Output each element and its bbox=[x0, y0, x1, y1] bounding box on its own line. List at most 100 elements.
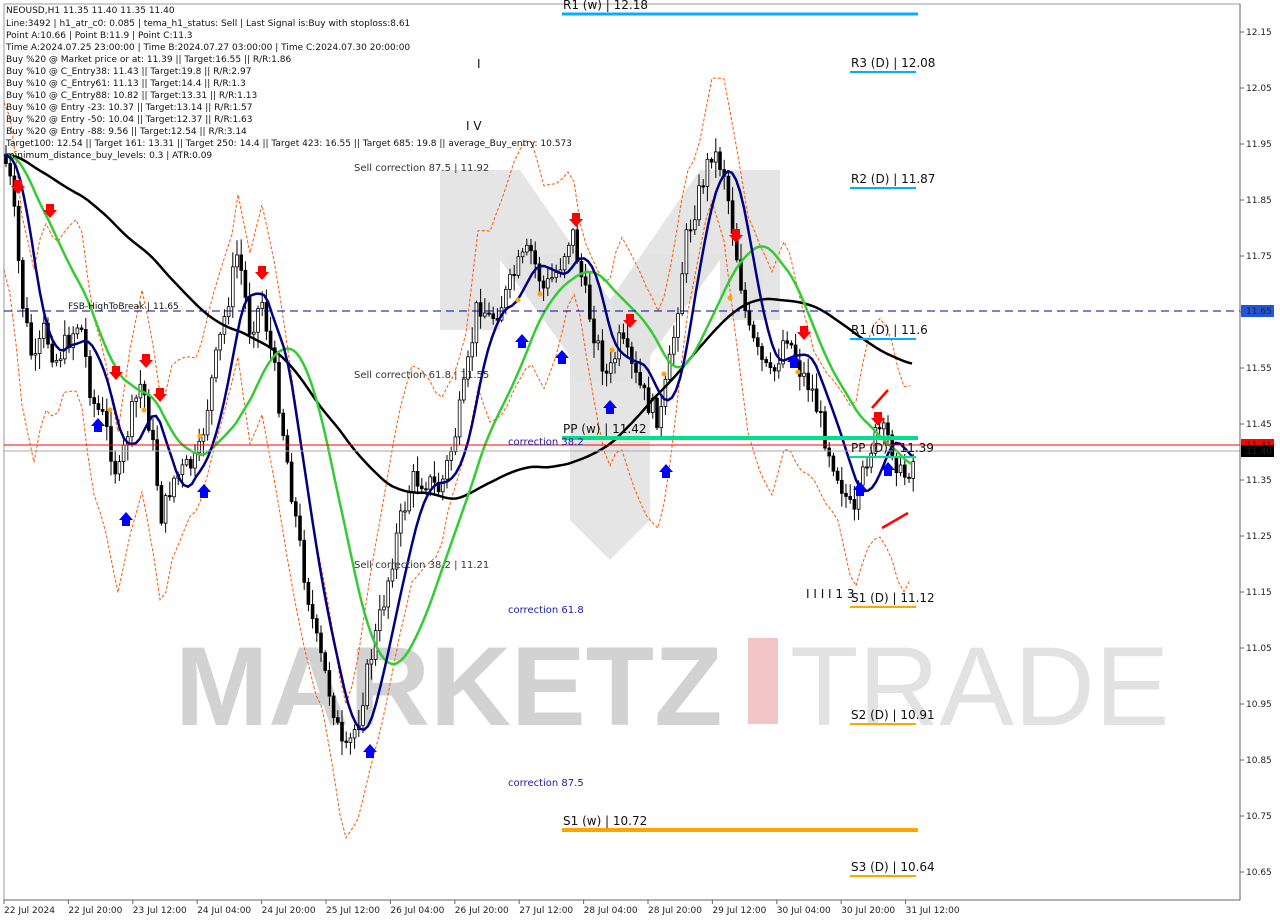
candle-body bbox=[512, 273, 516, 276]
candle-body bbox=[482, 312, 487, 317]
trading-chart[interactable]: MARKETZ TRADE R1 (w) | 12.18 R3 (D) | 12.… bbox=[0, 0, 1280, 920]
candle-body bbox=[852, 499, 857, 510]
candle-body bbox=[541, 280, 546, 289]
candle-body bbox=[407, 492, 411, 512]
candle-body bbox=[113, 460, 118, 475]
candle-body bbox=[760, 346, 764, 360]
candle-body bbox=[655, 397, 659, 429]
candle-body bbox=[268, 330, 273, 349]
candle-body bbox=[419, 485, 424, 490]
candle-body bbox=[298, 515, 302, 541]
info-line: Buy %10 @ C_Entry61: 11.13 || Target:14.… bbox=[6, 79, 246, 89]
candle-body bbox=[310, 604, 315, 619]
time-tick-label: 25 Jul 12:00 bbox=[326, 906, 380, 916]
buy-arrow-icon bbox=[555, 350, 569, 364]
info-line: Buy %10 @ C_Entry38: 11.43 || Target:19.… bbox=[6, 67, 251, 77]
candle-body bbox=[79, 327, 84, 330]
candle-body bbox=[777, 363, 781, 372]
candle-body bbox=[54, 360, 59, 363]
price-tick-label: 11.35 bbox=[1246, 476, 1272, 486]
price-tick-label: 11.55 bbox=[1246, 364, 1272, 374]
candle-body bbox=[600, 340, 605, 372]
candle-body bbox=[701, 185, 705, 188]
candle-body bbox=[680, 273, 684, 315]
info-line: Buy %10 @ C_Entry88: 10.82 || Target:13.… bbox=[6, 91, 257, 101]
candle-body bbox=[193, 452, 197, 469]
candle-body bbox=[92, 397, 97, 404]
candle-body bbox=[819, 410, 823, 413]
price-tick-label: 11.95 bbox=[1246, 140, 1272, 150]
time-axis-bg bbox=[0, 901, 1280, 920]
level-label-pp_w: PP (w) | 11.42 bbox=[563, 422, 647, 436]
candle-body bbox=[361, 705, 365, 726]
price-tick-label: 10.85 bbox=[1246, 756, 1272, 766]
candle-body bbox=[814, 388, 819, 412]
wave-label-iv: I V bbox=[466, 119, 482, 133]
candle-body bbox=[88, 356, 92, 398]
candle-body bbox=[369, 658, 374, 665]
sell-correction-875: Sell correction 87.5 | 11.92 bbox=[354, 163, 489, 174]
candle-body bbox=[840, 479, 844, 494]
price-tick-label: 11.45 bbox=[1246, 420, 1272, 430]
candle-body bbox=[596, 340, 600, 344]
candle-body bbox=[209, 377, 214, 411]
info-line: Buy %20 @ Entry -88: 9.56 || Target:12.5… bbox=[6, 127, 247, 137]
candle-body bbox=[756, 337, 760, 347]
buy-arrow-icon bbox=[197, 484, 211, 498]
signal-dot-icon bbox=[197, 433, 203, 439]
candle-body bbox=[785, 340, 789, 344]
candle-body bbox=[588, 284, 592, 320]
time-tick-label: 30 Jul 20:00 bbox=[841, 906, 895, 916]
price-tick-label: 11.75 bbox=[1246, 252, 1272, 262]
candle-body bbox=[218, 333, 223, 351]
candle-body bbox=[667, 353, 672, 380]
level-label-r1_d: R1 (D) | 11.6 bbox=[851, 323, 928, 337]
candle-body bbox=[214, 349, 218, 379]
candle-body bbox=[289, 461, 294, 503]
candle-body bbox=[130, 401, 134, 438]
candle-body bbox=[121, 444, 126, 462]
wave-label-iiii: I I I I 1 3 bbox=[806, 587, 855, 601]
candle-body bbox=[20, 260, 25, 309]
candle-body bbox=[907, 476, 911, 479]
candle-body bbox=[188, 459, 193, 469]
candle-body bbox=[550, 277, 554, 280]
candle-body bbox=[525, 244, 529, 253]
candle-body bbox=[772, 367, 777, 372]
candle-body bbox=[323, 652, 327, 671]
info-line: Time A:2024.07.25 23:00:00 | Time B:2024… bbox=[5, 43, 410, 53]
candle-body bbox=[285, 435, 290, 463]
candle-body bbox=[33, 353, 38, 356]
candle-body bbox=[827, 447, 831, 457]
candle-body bbox=[386, 580, 390, 608]
info-line: Buy %20 @ Market price or at: 11.39 || T… bbox=[6, 55, 291, 65]
time-tick-label: 28 Jul 04:00 bbox=[584, 906, 638, 916]
watermark-right: TRADE bbox=[790, 624, 1170, 749]
candle-body bbox=[844, 493, 848, 497]
info-panel: NEOUSD,H1 11.35 11.40 11.35 11.40 Line:34… bbox=[5, 6, 572, 161]
level-label-s3_d: S3 (D) | 10.64 bbox=[851, 860, 935, 874]
candle-body bbox=[411, 470, 416, 494]
candle-body bbox=[571, 229, 575, 246]
candle-body bbox=[877, 427, 882, 430]
candle-body bbox=[743, 289, 747, 311]
candle-body bbox=[718, 151, 722, 170]
time-tick-label: 30 Jul 04:00 bbox=[777, 906, 831, 916]
time-tick-label: 26 Jul 20:00 bbox=[455, 906, 509, 916]
candle-body bbox=[646, 387, 651, 413]
candle-body bbox=[520, 251, 525, 258]
candle-body bbox=[163, 495, 168, 524]
candle-body bbox=[327, 670, 332, 697]
candle-body bbox=[470, 342, 474, 358]
signal-dot-icon bbox=[515, 297, 521, 303]
candle-body bbox=[344, 740, 348, 743]
signal-dot-icon bbox=[727, 295, 733, 301]
candle-body bbox=[100, 409, 105, 412]
candle-body bbox=[25, 308, 29, 324]
candle-body bbox=[768, 362, 773, 369]
candle-body bbox=[487, 312, 491, 315]
candle-body bbox=[621, 332, 626, 340]
buy-arrow-icon bbox=[119, 512, 133, 526]
candle-body bbox=[865, 466, 869, 469]
price-tick-label: 11.85 bbox=[1246, 196, 1272, 206]
